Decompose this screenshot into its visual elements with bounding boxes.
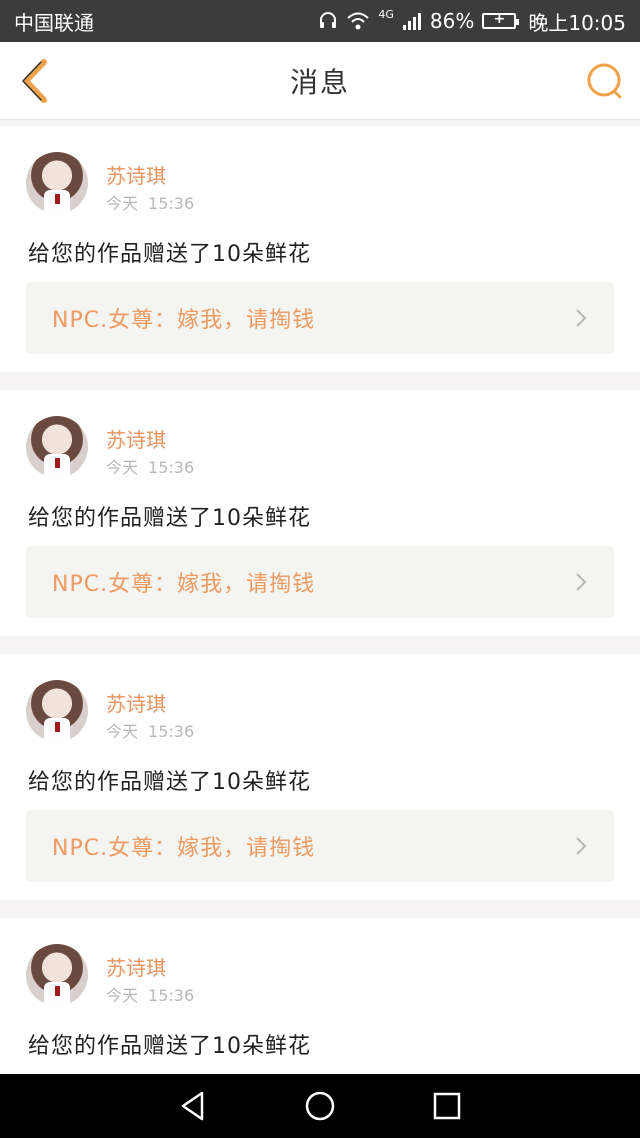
message-time: 今天 15:36 (106, 454, 194, 478)
message-day: 今天 (106, 986, 139, 1005)
page-title: 消息 (289, 65, 350, 99)
screen: 中国联通 4G 86% + 晚上10:05 消息 苏诗琪 今天 15:36 给您… (0, 0, 640, 1138)
search-icon (587, 63, 622, 99)
back-button[interactable] (14, 56, 58, 106)
message-day: 今天 (106, 458, 139, 477)
work-link[interactable]: NPC.女尊：嫁我，请掏钱 (26, 546, 614, 618)
message-card: 苏诗琪 今天 15:36 给您的作品赠送了10朵鲜花 NPC.女尊：嫁我，请掏钱 (0, 654, 640, 900)
avatar[interactable] (26, 680, 88, 742)
clock: 晚上10:05 (528, 10, 626, 35)
message-clock: 15:36 (148, 722, 195, 741)
message-time: 今天 15:36 (106, 190, 194, 214)
message-text: 给您的作品赠送了10朵鲜花 (28, 1034, 311, 1059)
message-day: 今天 (106, 722, 139, 741)
nav-back-button[interactable] (175, 1088, 211, 1124)
avatar[interactable] (26, 944, 88, 1006)
work-title: NPC.女尊：嫁我，请掏钱 (52, 836, 316, 861)
nav-recents-button[interactable] (429, 1088, 465, 1124)
message-text: 给您的作品赠送了10朵鲜花 (28, 242, 311, 267)
status-icons: 4G 86% + 晚上10:05 (318, 7, 626, 36)
network-type-label: 4G (378, 7, 394, 21)
signal-icon (402, 13, 421, 30)
system-nav-bar (0, 1074, 640, 1138)
message-card: 苏诗琪 今天 15:36 给您的作品赠送了10朵鲜花 NPC.女尊：嫁我，请掏钱 (0, 126, 640, 372)
message-time: 今天 15:36 (106, 718, 194, 742)
sender-name[interactable]: 苏诗琪 (106, 952, 166, 981)
message-card: 苏诗琪 今天 15:36 给您的作品赠送了10朵鲜花 NPC.女尊：嫁我，请掏钱 (0, 390, 640, 636)
app-header: 消息 (0, 42, 640, 120)
chevron-left-icon (22, 59, 47, 103)
message-clock: 15:36 (148, 986, 195, 1005)
headphones-icon (320, 12, 337, 28)
message-time: 今天 15:36 (106, 982, 194, 1006)
work-title: NPC.女尊：嫁我，请掏钱 (52, 308, 316, 333)
message-day: 今天 (106, 194, 139, 213)
battery-percent: 86% (429, 9, 475, 33)
work-link[interactable]: NPC.女尊：嫁我，请掏钱 (26, 810, 614, 882)
square-recents-icon (433, 1092, 460, 1120)
chevron-right-icon (576, 837, 587, 855)
message-text: 给您的作品赠送了10朵鲜花 (28, 770, 311, 795)
carrier-label: 中国联通 (14, 10, 94, 35)
message-clock: 15:36 (148, 194, 195, 213)
work-link[interactable]: NPC.女尊：嫁我，请掏钱 (26, 282, 614, 354)
battery-icon: + (482, 11, 520, 29)
avatar[interactable] (26, 152, 88, 214)
chevron-right-icon (576, 573, 587, 591)
message-text: 给您的作品赠送了10朵鲜花 (28, 506, 311, 531)
status-bar: 中国联通 4G 86% + 晚上10:05 (0, 0, 640, 42)
avatar[interactable] (26, 416, 88, 478)
work-title: NPC.女尊：嫁我，请掏钱 (52, 572, 316, 597)
circle-home-icon (305, 1091, 335, 1121)
message-clock: 15:36 (148, 458, 195, 477)
chevron-right-icon (576, 309, 587, 327)
sender-name[interactable]: 苏诗琪 (106, 688, 166, 717)
sender-name[interactable]: 苏诗琪 (106, 424, 166, 453)
message-list: 苏诗琪 今天 15:36 给您的作品赠送了10朵鲜花 NPC.女尊：嫁我，请掏钱 … (0, 126, 640, 1138)
search-button[interactable] (584, 60, 626, 102)
triangle-back-icon (182, 1091, 204, 1121)
sender-name[interactable]: 苏诗琪 (106, 160, 166, 189)
nav-home-button[interactable] (302, 1088, 338, 1124)
wifi-icon (347, 12, 370, 30)
